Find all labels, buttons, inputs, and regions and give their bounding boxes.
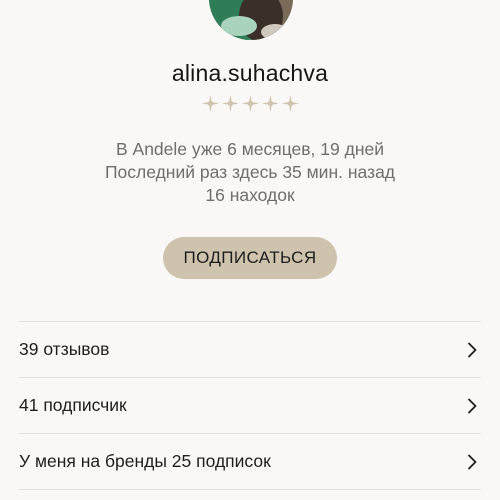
rating-star-icon [221, 94, 240, 113]
brand-subscriptions-label: У меня на бренды 25 подписок [19, 451, 271, 471]
follow-button[interactable]: ПОДПИСАТЬСЯ [163, 237, 337, 279]
chevron-right-icon [464, 454, 480, 470]
rating-stars [0, 94, 500, 113]
finds-count: 16 находок [205, 185, 295, 205]
chevron-right-icon [464, 342, 480, 358]
last-seen: Последний раз здесь 35 мин. назад [104, 162, 396, 182]
rating-star-icon [281, 94, 300, 113]
profile-info: В Andele уже 6 месяцев, 19 дней Последни… [0, 138, 500, 207]
username: alina.suhachva [171, 60, 329, 86]
avatar-photo [209, 0, 293, 40]
followers-item[interactable]: 41 подписчик [19, 377, 481, 433]
list-divider [19, 489, 481, 490]
rating-star-icon [261, 94, 280, 113]
reviews-item[interactable]: 39 отзывов [19, 321, 481, 377]
membership-duration: В Andele уже 6 месяцев, 19 дней [115, 139, 384, 159]
rating-star-icon [241, 94, 260, 113]
brand-subscriptions-item[interactable]: У меня на бренды 25 подписок [19, 433, 481, 489]
followers-label: 41 подписчик [19, 395, 127, 415]
avatar[interactable] [209, 0, 293, 40]
rating-star-icon [201, 94, 220, 113]
reviews-label: 39 отзывов [19, 339, 110, 359]
profile-menu: 39 отзывов 41 подписчик У меня на бренды… [19, 321, 481, 490]
chevron-right-icon [464, 398, 480, 414]
